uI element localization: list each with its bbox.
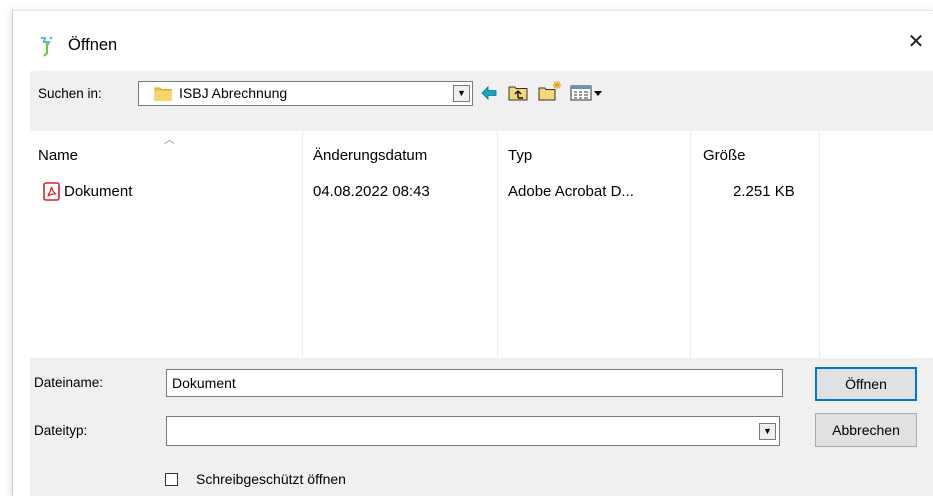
filename-input[interactable]: Dokument: [166, 369, 783, 397]
back-arrow-icon: [481, 86, 497, 100]
dialog-title: Öffnen: [68, 36, 118, 54]
back-button[interactable]: [480, 84, 498, 107]
chevron-down-icon: ▼: [763, 426, 772, 436]
file-name: Dokument: [64, 183, 133, 200]
file-list[interactable]: ︿ Name Änderungsdatum Typ Größe Dokument…: [30, 131, 933, 358]
open-button[interactable]: Öffnen: [815, 367, 917, 401]
filetype-combobox[interactable]: ▼: [166, 416, 780, 446]
column-header-size[interactable]: Größe: [703, 147, 746, 164]
file-type: Adobe Acrobat D...: [508, 183, 634, 200]
lookin-value: ISBJ Abrechnung: [179, 85, 288, 101]
sort-ascending-icon: ︿: [164, 134, 175, 146]
column-header-name[interactable]: Name: [38, 147, 78, 164]
lookin-combobox[interactable]: ISBJ Abrechnung ▼: [138, 81, 473, 106]
dialog-client-area: Suchen in: ISBJ Abrechnung ▼ ︿ Name Ände…: [30, 71, 933, 496]
column-header-type[interactable]: Typ: [508, 147, 532, 164]
filename-label: Dateiname:: [34, 375, 104, 390]
lookin-dropdown-button[interactable]: ▼: [453, 85, 470, 102]
column-separator: [819, 131, 820, 358]
close-button[interactable]: ✕: [898, 25, 933, 59]
view-menu-button[interactable]: [570, 84, 606, 107]
chevron-down-icon: ▼: [457, 88, 466, 98]
column-header-date[interactable]: Änderungsdatum: [313, 147, 427, 164]
up-folder-button[interactable]: [508, 84, 528, 107]
new-folder-icon: [538, 81, 561, 101]
folder-icon: [154, 84, 172, 107]
filetype-label: Dateityp:: [34, 423, 88, 438]
readonly-label: Schreibgeschützt öffnen: [196, 471, 346, 487]
filename-value: Dokument: [172, 375, 236, 391]
app-wand-icon: [37, 35, 55, 57]
file-date: 04.08.2022 08:43: [313, 183, 430, 200]
pdf-file-icon: [43, 182, 60, 206]
column-separator: [690, 131, 691, 358]
readonly-checkbox[interactable]: [165, 473, 178, 486]
new-folder-button[interactable]: [538, 80, 562, 107]
view-menu-icon: [570, 85, 602, 101]
file-size: 2.251 KB: [733, 183, 795, 200]
filetype-dropdown-button[interactable]: ▼: [759, 423, 776, 440]
column-separator: [302, 131, 303, 358]
lookin-label: Suchen in:: [38, 86, 102, 101]
cancel-button[interactable]: Abbrechen: [815, 413, 917, 447]
title-bar: Öffnen ✕: [13, 11, 933, 71]
open-file-dialog: Öffnen ✕ Suchen in: ISBJ Abrechnung ▼ ︿ …: [12, 10, 933, 496]
close-icon: ✕: [907, 31, 925, 53]
up-folder-icon: [508, 86, 528, 101]
column-separator: [497, 131, 498, 358]
